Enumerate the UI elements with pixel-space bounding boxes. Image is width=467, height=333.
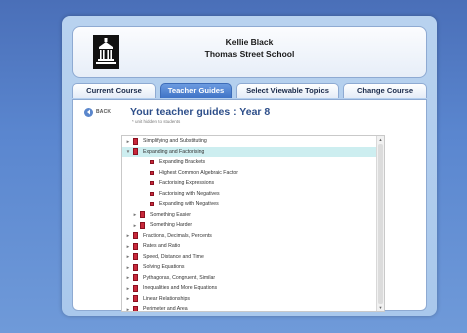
collapsed-arrow-icon[interactable]: ► [125, 139, 131, 144]
collapsed-arrow-icon[interactable]: ► [125, 254, 131, 259]
tree-row[interactable]: ► Something Easier [122, 210, 378, 221]
tree-row[interactable]: ► Inequalities and More Equations [122, 283, 378, 294]
tree-row-label: Linear Relationships [143, 295, 191, 302]
book-icon [150, 181, 154, 186]
book-icon [133, 148, 138, 156]
collapsed-arrow-icon[interactable]: ► [125, 307, 131, 311]
tree-row-label: Simplifying and Substituting [143, 138, 207, 145]
collapsed-arrow-icon[interactable]: ► [125, 286, 131, 291]
tree-row[interactable]: ► Perimeter and Area [122, 304, 378, 312]
tree-row[interactable]: Expanding Brackets [122, 157, 378, 168]
header: Kellie Black Thomas Street School [72, 26, 427, 78]
tree-row-label: Inequalities and More Equations [143, 285, 218, 292]
tab-current-course[interactable]: Current Course [72, 83, 156, 98]
tree-row[interactable]: ► Linear Relationships [122, 294, 378, 305]
tab-teacher-guides[interactable]: Teacher Guides [160, 83, 232, 98]
tree-row-label: Perimeter and Area [143, 306, 188, 312]
tree-row[interactable]: Factorising Expressions [122, 178, 378, 189]
tab-change-course[interactable]: Change Course [343, 83, 427, 98]
tree-row-label: Solving Equations [143, 264, 185, 271]
tree-row[interactable]: ▼ Expanding and Factorising [122, 146, 378, 157]
tree-row-label: Highest Common Algebraic Factor [159, 169, 238, 176]
tree-row-label: Something Harder [150, 222, 193, 229]
collapsed-arrow-icon[interactable]: ► [125, 275, 131, 280]
scroll-down-icon[interactable]: ▼ [377, 304, 384, 311]
expanded-arrow-icon[interactable]: ▼ [125, 149, 131, 154]
tree-row[interactable]: ► Something Harder [122, 220, 378, 231]
book-icon [133, 284, 138, 292]
book-icon [133, 295, 138, 303]
tree-row-label: Expanding and Factorising [143, 148, 205, 155]
tree-row-label: Rates and Ratio [143, 243, 181, 250]
book-icon [150, 170, 154, 175]
book-icon [150, 202, 154, 207]
tree-row[interactable]: ► Pythagoras, Congruent, Similar [122, 273, 378, 284]
book-icon [150, 160, 154, 165]
book-icon [150, 191, 154, 196]
tree-row[interactable]: ► Solving Equations [122, 262, 378, 273]
school-name: Thomas Street School [204, 49, 295, 59]
collapsed-arrow-icon[interactable]: ► [125, 265, 131, 270]
collapsed-arrow-icon[interactable]: ► [125, 244, 131, 249]
content-area: BACK Your teacher guides : Year 8 * unit… [72, 99, 427, 312]
book-icon [133, 242, 138, 250]
tab-bar: Current Course Teacher Guides Select Vie… [72, 83, 427, 99]
collapsed-arrow-icon[interactable]: ► [132, 212, 138, 217]
collapsed-arrow-icon[interactable]: ► [132, 223, 138, 228]
tree-row[interactable]: ► Rates and Ratio [122, 241, 378, 252]
tree-row[interactable]: ► Simplifying and Substituting [122, 136, 378, 147]
tree-scrollbar[interactable]: ▲ ▼ [376, 136, 384, 311]
scroll-thumb[interactable] [378, 144, 383, 304]
back-label: BACK [96, 109, 112, 115]
tree-row-label: Something Easier [150, 211, 191, 218]
back-button[interactable]: BACK [84, 107, 111, 117]
tab-select-viewable-topics[interactable]: Select Viewable Topics [236, 83, 339, 98]
page-subtitle: * unit hidden to students [132, 119, 181, 124]
teacher-name: Kellie Black [225, 37, 274, 47]
tree-row-label: Expanding Brackets [159, 159, 206, 166]
tree-rows: ► Simplifying and Substituting ▼ Expanding … [122, 136, 378, 312]
guide-tree: ► Simplifying and Substituting ▼ Expanding … [121, 135, 385, 312]
book-icon [140, 221, 145, 229]
book-icon [140, 211, 145, 219]
collapsed-arrow-icon[interactable]: ► [125, 296, 131, 301]
book-icon [133, 305, 138, 311]
scroll-up-icon[interactable]: ▲ [377, 136, 384, 143]
tree-row[interactable]: Highest Common Algebraic Factor [122, 168, 378, 179]
book-icon [133, 253, 138, 261]
tree-row[interactable]: ► Fractions, Decimals, Percents [122, 231, 378, 242]
book-icon [133, 137, 138, 145]
tree-row[interactable]: ► Speed, Distance and Time [122, 252, 378, 263]
tree-row[interactable]: Factorising with Negatives [122, 189, 378, 200]
main-panel: Kellie Black Thomas Street School Curren… [62, 16, 437, 316]
page-title: Your teacher guides : Year 8 [130, 106, 271, 118]
tree-row-label: Expanding with Negatives [159, 201, 219, 208]
tree-row-label: Fractions, Decimals, Percents [143, 232, 212, 239]
tree-row-label: Speed, Distance and Time [143, 253, 204, 260]
collapsed-arrow-icon[interactable]: ► [125, 233, 131, 238]
tree-row[interactable]: Expanding with Negatives [122, 199, 378, 210]
back-arrow-icon [84, 107, 93, 117]
tree-row-label: Factorising Expressions [159, 180, 215, 187]
book-icon [133, 274, 138, 282]
book-icon [133, 263, 138, 271]
tree-row-label: Pythagoras, Congruent, Similar [143, 274, 216, 281]
tree-row-label: Factorising with Negatives [159, 190, 220, 197]
book-icon [133, 232, 138, 240]
